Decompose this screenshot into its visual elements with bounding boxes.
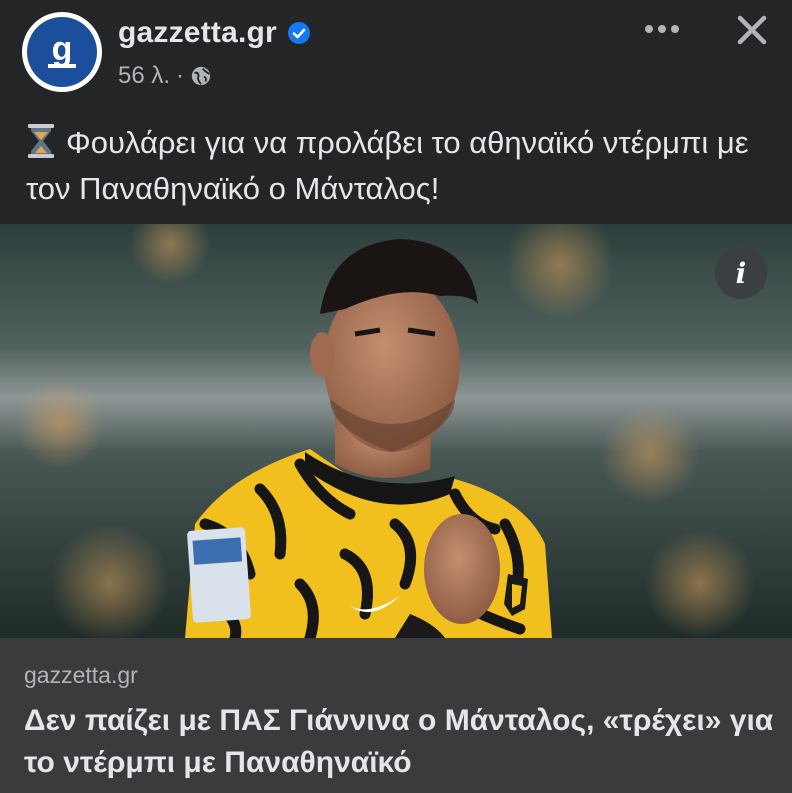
- globe-icon: [191, 66, 211, 86]
- link-domain: gazzetta.gr: [24, 662, 138, 688]
- avatar-letter: g: [52, 30, 73, 68]
- hourglass-icon: [28, 124, 54, 158]
- player-photo: [0, 224, 792, 638]
- link-title: Δεν παίζει με ΠΑΣ Γιάννινα ο Μάνταλος, «…: [24, 704, 774, 779]
- link-preview-card[interactable]: gazzetta.gr Δεν παίζει με ΠΑΣ Γιάννινα ο…: [0, 638, 792, 793]
- post-timestamp[interactable]: 56 λ.: [118, 62, 170, 90]
- post-text: Φουλάρει για να προλάβει το αθηναϊκό ντέ…: [26, 120, 766, 212]
- page-name[interactable]: gazzetta.gr: [118, 16, 277, 50]
- gazzetta-logo-icon: g: [27, 17, 97, 87]
- post-meta: 56 λ. ·: [118, 62, 212, 90]
- info-icon: i: [735, 256, 747, 290]
- page-avatar[interactable]: g: [22, 12, 102, 92]
- post-photo[interactable]: [0, 224, 792, 638]
- page-name-row: gazzetta.gr: [118, 16, 311, 50]
- post-header: g gazzetta.gr 56 λ. ·: [0, 0, 792, 110]
- more-options-button[interactable]: [640, 14, 684, 44]
- info-button[interactable]: i: [715, 247, 767, 299]
- verified-badge-icon: [287, 22, 310, 44]
- more-options-icon: [645, 25, 679, 33]
- close-icon: [737, 15, 767, 45]
- close-button[interactable]: [730, 8, 774, 52]
- meta-separator: ·: [176, 62, 185, 89]
- post-body: Φουλάρει για να προλάβει το αθηναϊκό ντέ…: [26, 125, 749, 206]
